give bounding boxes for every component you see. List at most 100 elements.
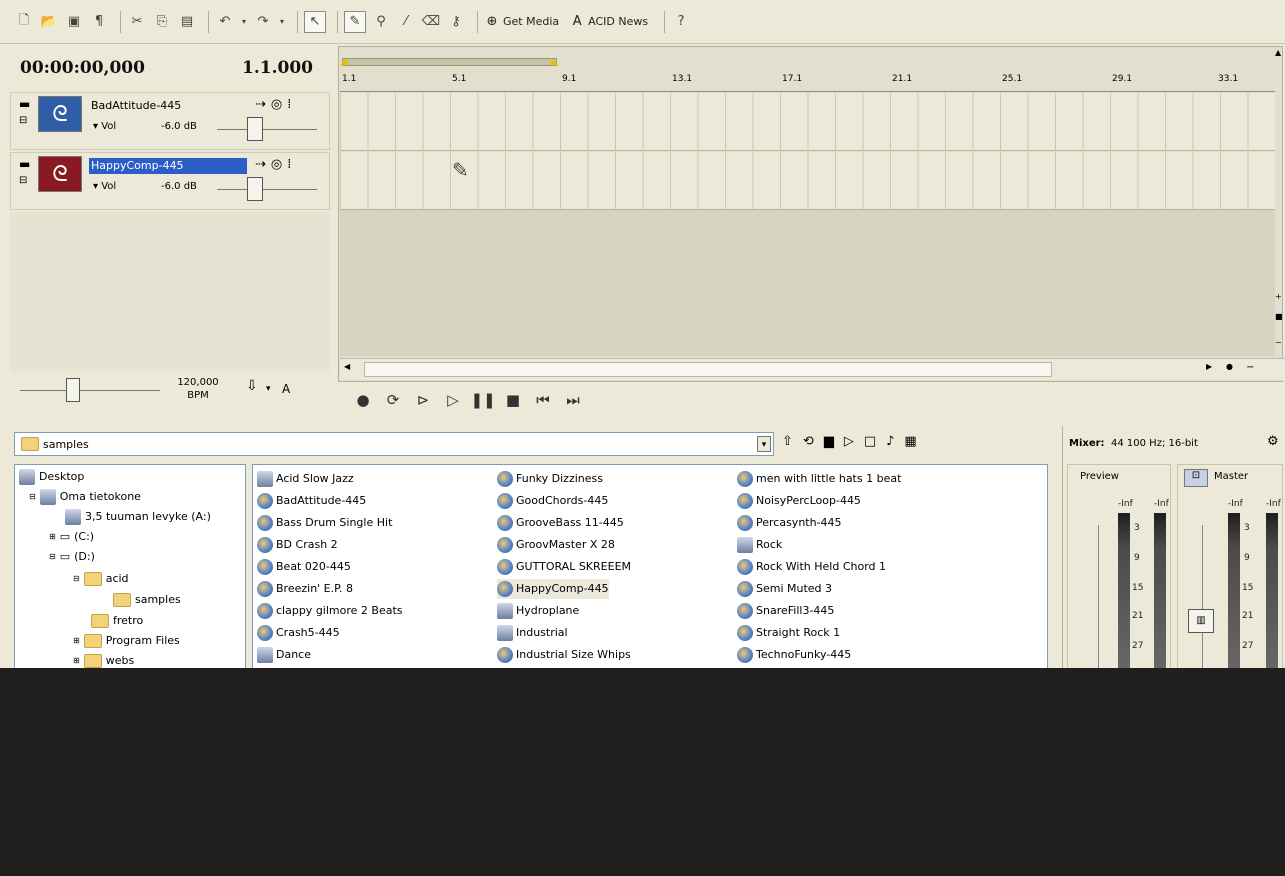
loop-end-marker[interactable]: ◣	[551, 56, 559, 67]
stop-icon[interactable]: ■	[502, 389, 524, 411]
track-header-2[interactable]: ▬ ⊟ ᘓ HappyComp-445 ⇢◎⁞ ▾ Vol -6.0 dB	[10, 152, 330, 210]
loop-icon[interactable]: ⟳	[382, 389, 404, 411]
pause-icon[interactable]: ❚❚	[470, 389, 495, 411]
cut-icon[interactable]: ✂	[127, 12, 147, 32]
auto-preview-icon[interactable]: ♪	[886, 434, 894, 449]
file-item[interactable]: TechnoFunky-445	[737, 645, 851, 665]
scroll-up-icon[interactable]: ▲	[1275, 48, 1281, 57]
tree-item-drive-c[interactable]: ⊞ ▭ (C:)	[49, 527, 94, 547]
chevron-down-icon[interactable]: ▾	[757, 436, 771, 452]
open-icon[interactable]: 📂	[39, 12, 59, 32]
zoom-out-icon[interactable]: −	[1275, 338, 1282, 347]
expand-icon[interactable]: ⊞	[49, 527, 56, 547]
track-name[interactable]: BadAttitude-445	[89, 98, 247, 114]
scroll-left-icon[interactable]: ◀	[344, 362, 350, 371]
minimize-icon[interactable]: ▬	[19, 97, 30, 111]
redo-icon[interactable]: ↷	[253, 12, 273, 32]
time-ruler[interactable]: 1.1 5.1 9.1 13.1 17.1 21.1 25.1 29.1 33.…	[340, 72, 1275, 92]
file-item[interactable]: Rock With Held Chord 1	[737, 557, 886, 577]
file-item[interactable]: Breezin' E.P. 8	[257, 579, 353, 599]
properties-icon[interactable]: ¶	[89, 12, 109, 32]
refresh-icon[interactable]: ⟲	[803, 434, 814, 449]
up-folder-icon[interactable]: ⇧	[782, 434, 793, 449]
file-item[interactable]: clappy gilmore 2 Beats	[257, 601, 403, 621]
expand-icon[interactable]: ⊞	[73, 631, 80, 651]
track-lane-1[interactable]	[340, 93, 1275, 151]
lock-icon[interactable]: ⊟	[19, 115, 27, 126]
track-name[interactable]: HappyComp-445	[89, 158, 247, 174]
volume-fader-knob[interactable]	[247, 117, 263, 141]
help-icon[interactable]: ?	[671, 12, 691, 32]
get-media-button[interactable]: ⊕ Get Media	[484, 14, 560, 30]
envelope-tool-icon[interactable]: ⚷	[446, 12, 466, 32]
tree-item-acid[interactable]: ⊟ acid	[73, 569, 129, 589]
file-item[interactable]: Dance	[257, 645, 311, 665]
file-item[interactable]: Hydroplane	[497, 601, 579, 621]
file-item[interactable]: Crash5-445	[257, 623, 340, 643]
empty-lane-area[interactable]	[340, 210, 1275, 356]
file-item[interactable]: men with little hats 1 beat	[737, 469, 901, 489]
save-icon[interactable]: ▣	[64, 12, 84, 32]
go-to-end-icon[interactable]: ⏭	[562, 389, 584, 411]
copy-icon[interactable]: ⎘	[152, 12, 172, 32]
file-item[interactable]: Acid Slow Jazz	[257, 469, 354, 489]
tree-item-my-computer[interactable]: ⊟ Oma tietokone	[29, 487, 141, 507]
lock-icon[interactable]: ⊟	[19, 175, 27, 186]
paint-tool-icon[interactable]: ⁄	[396, 12, 416, 32]
play-from-start-icon[interactable]: ⊳	[412, 389, 434, 411]
track-controls[interactable]: ⇢◎⁞	[255, 157, 296, 172]
erase-tool-icon[interactable]: ⌫	[421, 12, 441, 32]
file-item[interactable]: BD Crash 2	[257, 535, 338, 555]
file-item[interactable]: NoisyPercLoop-445	[737, 491, 861, 511]
file-item[interactable]: BadAttitude-445	[257, 491, 366, 511]
project-key[interactable]: A	[282, 382, 290, 396]
file-item[interactable]: Percasynth-445	[737, 513, 842, 533]
file-item[interactable]: Beat 020-445	[257, 557, 351, 577]
loop-track-icon[interactable]: ᘓ	[38, 96, 82, 132]
file-item[interactable]: GroovMaster X 28	[497, 535, 615, 555]
loop-start-marker[interactable]: ◢	[340, 56, 348, 67]
metronome-icon[interactable]: ⇩	[246, 378, 258, 394]
file-item[interactable]: GrooveBass 11-445	[497, 513, 624, 533]
loop-track-icon[interactable]: ᘓ	[38, 156, 82, 192]
file-item[interactable]: Industrial Size Whips	[497, 645, 631, 665]
scrollbar-thumb[interactable]	[364, 362, 1052, 377]
file-item[interactable]: Straight Rock 1	[737, 623, 840, 643]
file-item[interactable]: SnareFill3-445	[737, 601, 834, 621]
file-item-selected[interactable]: HappyComp-445	[497, 579, 609, 599]
undo-icon[interactable]: ↶	[215, 12, 235, 32]
key-dropdown-icon[interactable]: ▾	[266, 384, 271, 394]
tree-item-floppy[interactable]: 3,5 tuuman levyke (A:)	[65, 507, 211, 527]
new-icon[interactable]: 🗋	[14, 12, 34, 32]
paste-icon[interactable]: ▤	[177, 12, 197, 32]
collapse-icon[interactable]: ⊟	[49, 547, 56, 567]
record-icon[interactable]: ●	[352, 389, 374, 411]
file-item[interactable]: Funky Dizziness	[497, 469, 603, 489]
favorites-icon[interactable]: ▆	[824, 434, 834, 449]
views-icon[interactable]: ▦	[904, 434, 916, 449]
mixer-properties-icon[interactable]: ⚙	[1267, 434, 1279, 449]
draw-tool-icon[interactable]: ✎	[344, 10, 366, 33]
tree-item-samples[interactable]: samples	[113, 590, 181, 610]
zoom-slider-icon[interactable]: ■	[1275, 312, 1283, 321]
loop-region-bar[interactable]	[342, 58, 557, 66]
file-item[interactable]: Bass Drum Single Hit	[257, 513, 392, 533]
horizontal-scrollbar[interactable]: ◀ ▶ ● −	[340, 358, 1285, 380]
file-item[interactable]: GoodChords-445	[497, 491, 608, 511]
file-item[interactable]: Semi Muted 3	[737, 579, 832, 599]
master-fader-knob[interactable]: ▥	[1188, 609, 1214, 633]
select-tool-icon[interactable]: ↖	[304, 10, 326, 33]
collapse-icon[interactable]: ⊟	[73, 569, 80, 589]
tempo-slider-knob[interactable]	[66, 378, 80, 402]
tree-item-fretro[interactable]: fretro	[91, 611, 143, 631]
acid-news-button[interactable]: A ACID News	[569, 14, 648, 30]
scroll-right-icon[interactable]: ▶	[1206, 362, 1212, 371]
file-item[interactable]: Rock	[737, 535, 782, 555]
explorer-path-combo[interactable]: samples ▾	[14, 432, 774, 456]
track-controls[interactable]: ⇢◎⁞	[255, 97, 296, 112]
redo-dropdown-icon[interactable]: ▾	[278, 12, 286, 32]
preview-stop-icon[interactable]: □	[864, 434, 876, 449]
preview-play-icon[interactable]: ▷	[844, 434, 854, 449]
minimize-icon[interactable]: ▬	[19, 157, 30, 171]
play-icon[interactable]: ▷	[442, 389, 464, 411]
